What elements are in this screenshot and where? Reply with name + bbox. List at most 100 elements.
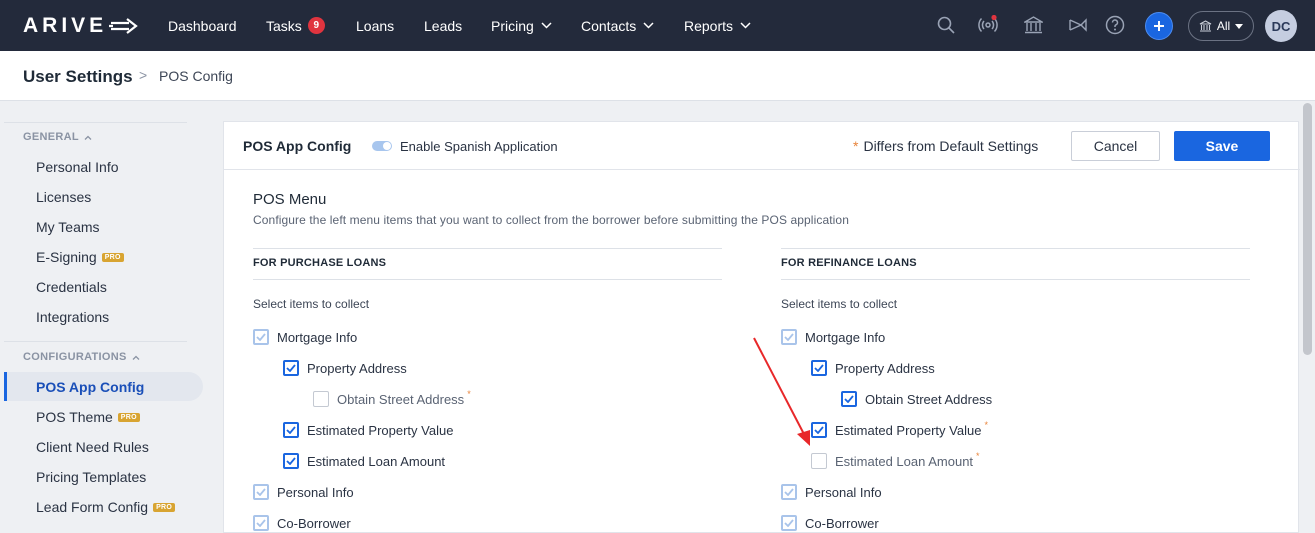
checkbox-checked[interactable]	[253, 329, 269, 345]
checkbox-checked[interactable]	[283, 422, 299, 438]
checkmark-icon	[784, 519, 794, 527]
column-heading: FOR PURCHASE LOANS	[253, 257, 387, 269]
checkbox-label: Estimated Property Value	[307, 422, 454, 438]
chevron-up-icon	[132, 355, 140, 360]
checkbox-item-estimated-loan-amount[interactable]: Estimated Loan Amount	[283, 453, 445, 469]
nav-pricing[interactable]: Pricing	[491, 0, 552, 51]
sidebar-heading-general[interactable]: GENERAL	[23, 131, 92, 143]
sidebar-item-my-teams[interactable]: My Teams	[36, 219, 100, 235]
sidebar-item-e-signing[interactable]: E-Signing PRO	[36, 249, 124, 265]
search-icon[interactable]	[936, 15, 956, 35]
nav-reports[interactable]: Reports	[684, 0, 751, 51]
save-button[interactable]: Save	[1174, 131, 1270, 161]
sidebar-item-label: Lead Form Config	[36, 499, 149, 515]
sidebar-item-lead-form-config[interactable]: Lead Form Config PRO	[36, 499, 176, 515]
logo-arrow-icon	[109, 18, 138, 34]
column-subheading: Select items to collect	[781, 297, 898, 311]
required-asterisk: *	[976, 451, 980, 461]
checkbox-item-obtain-street-address[interactable]: Obtain Street Address *	[313, 389, 471, 407]
checkbox-checked[interactable]	[781, 329, 797, 345]
checkbox-item-personal-info[interactable]: Personal Info	[253, 484, 354, 500]
column-divider	[253, 248, 722, 249]
checkbox-checked[interactable]	[283, 360, 299, 376]
sidebar-item-integrations[interactable]: Integrations	[36, 309, 109, 325]
checkmark-icon	[784, 333, 794, 341]
nav-dashboard[interactable]: Dashboard	[168, 0, 237, 51]
caret-down-icon	[1235, 23, 1244, 29]
checkbox-item-property-address[interactable]: Property Address	[283, 360, 407, 376]
checkbox-item-mortgage-info[interactable]: Mortgage Info	[781, 329, 885, 345]
chevron-down-icon	[740, 22, 751, 29]
sidebar-item-licenses[interactable]: Licenses	[36, 189, 91, 205]
sidebar-heading-configurations-label: CONFIGURATIONS	[23, 351, 127, 363]
spanish-application-toggle-label: Enable Spanish Application	[400, 139, 558, 154]
checkbox-label: Estimated Loan Amount	[835, 453, 974, 469]
checkbox-unchecked[interactable]	[313, 391, 329, 407]
checkbox-checked[interactable]	[811, 422, 827, 438]
checkbox-item-mortgage-info[interactable]: Mortgage Info	[253, 329, 357, 345]
checkbox-label: Obtain Street Address	[337, 391, 465, 407]
sidebar-item-label: Client Need Rules	[36, 439, 149, 455]
scope-select[interactable]: All	[1188, 11, 1254, 41]
megaphone-icon[interactable]	[1067, 15, 1087, 35]
nav-tasks[interactable]: Tasks 9	[266, 0, 325, 51]
pro-badge: PRO	[101, 252, 124, 262]
checkbox-checked[interactable]	[253, 515, 269, 531]
sidebar-item-personal-info[interactable]: Personal Info	[36, 159, 119, 175]
checkbox-checked[interactable]	[781, 515, 797, 531]
checkbox-checked[interactable]	[841, 391, 857, 407]
sidebar-item-pos-app-config[interactable]: POS App Config	[36, 379, 144, 395]
checkbox-item-estimated-property-value[interactable]: Estimated Property Value	[283, 422, 453, 438]
nav-loans[interactable]: Loans	[356, 0, 394, 51]
spanish-application-toggle[interactable]	[372, 141, 392, 151]
nav-leads[interactable]: Leads	[424, 0, 462, 51]
checkmark-icon	[256, 519, 266, 527]
required-asterisk: *	[853, 138, 859, 154]
bank-icon	[1199, 20, 1212, 32]
sidebar-item-label: My Teams	[36, 219, 100, 235]
required-asterisk: *	[984, 420, 988, 430]
help-icon[interactable]	[1105, 15, 1125, 35]
checkbox-item-estimated-property-value[interactable]: Estimated Property Value *	[811, 420, 988, 438]
sidebar-item-pos-theme[interactable]: POS Theme PRO	[36, 409, 140, 425]
checkbox-checked[interactable]	[253, 484, 269, 500]
checkbox-item-property-address[interactable]: Property Address	[811, 360, 935, 376]
sidebar-item-label: Integrations	[36, 309, 110, 325]
checkbox-checked[interactable]	[781, 484, 797, 500]
checkmark-icon	[286, 364, 296, 372]
checkbox-item-obtain-street-address[interactable]: Obtain Street Address	[841, 391, 992, 407]
sidebar-item-label: POS App Config	[36, 379, 145, 395]
checkbox-item-personal-info[interactable]: Personal Info	[781, 484, 882, 500]
checkbox-item-co-borrower[interactable]: Co-Borrower	[781, 515, 879, 531]
sidebar-heading-configurations[interactable]: CONFIGURATIONS	[23, 351, 140, 363]
broadcast-icon[interactable]	[978, 15, 998, 35]
column-divider	[781, 279, 1250, 280]
checkbox-unchecked[interactable]	[811, 453, 827, 469]
sidebar-item-credentials[interactable]: Credentials	[36, 279, 107, 295]
breadcrumb: User Settings > POS Config	[0, 51, 1315, 101]
page-scrollbar[interactable]	[1303, 103, 1312, 355]
bank-icon[interactable]	[1023, 15, 1043, 35]
nav-reports-label: Reports	[684, 17, 734, 34]
checkmark-icon	[844, 395, 854, 403]
differs-legend: * Differs from Default Settings	[853, 138, 1038, 154]
pro-badge: PRO	[117, 412, 140, 422]
sidebar-item-label: Personal Info	[36, 159, 119, 175]
sidebar-item-client-need-rules[interactable]: Client Need Rules	[36, 439, 149, 455]
nav-contacts[interactable]: Contacts	[581, 0, 654, 51]
checkbox-label: Personal Info	[277, 484, 354, 500]
checkbox-checked[interactable]	[283, 453, 299, 469]
breadcrumb-root[interactable]: User Settings	[23, 67, 133, 87]
column-divider	[781, 248, 1250, 249]
arive-logo[interactable]: ARIVE	[23, 14, 139, 38]
add-new-button[interactable]	[1145, 12, 1173, 40]
sidebar-item-pricing-templates[interactable]: Pricing Templates	[36, 469, 146, 485]
checkbox-item-co-borrower[interactable]: Co-Borrower	[253, 515, 351, 531]
user-avatar[interactable]: DC	[1265, 10, 1297, 42]
checkbox-checked[interactable]	[811, 360, 827, 376]
cancel-button[interactable]: Cancel	[1071, 131, 1160, 161]
checkbox-item-estimated-loan-amount[interactable]: Estimated Loan Amount *	[811, 451, 980, 469]
column-divider	[253, 279, 722, 280]
sidebar-item-label: Licenses	[36, 189, 92, 205]
checkbox-label: Obtain Street Address	[865, 391, 993, 407]
